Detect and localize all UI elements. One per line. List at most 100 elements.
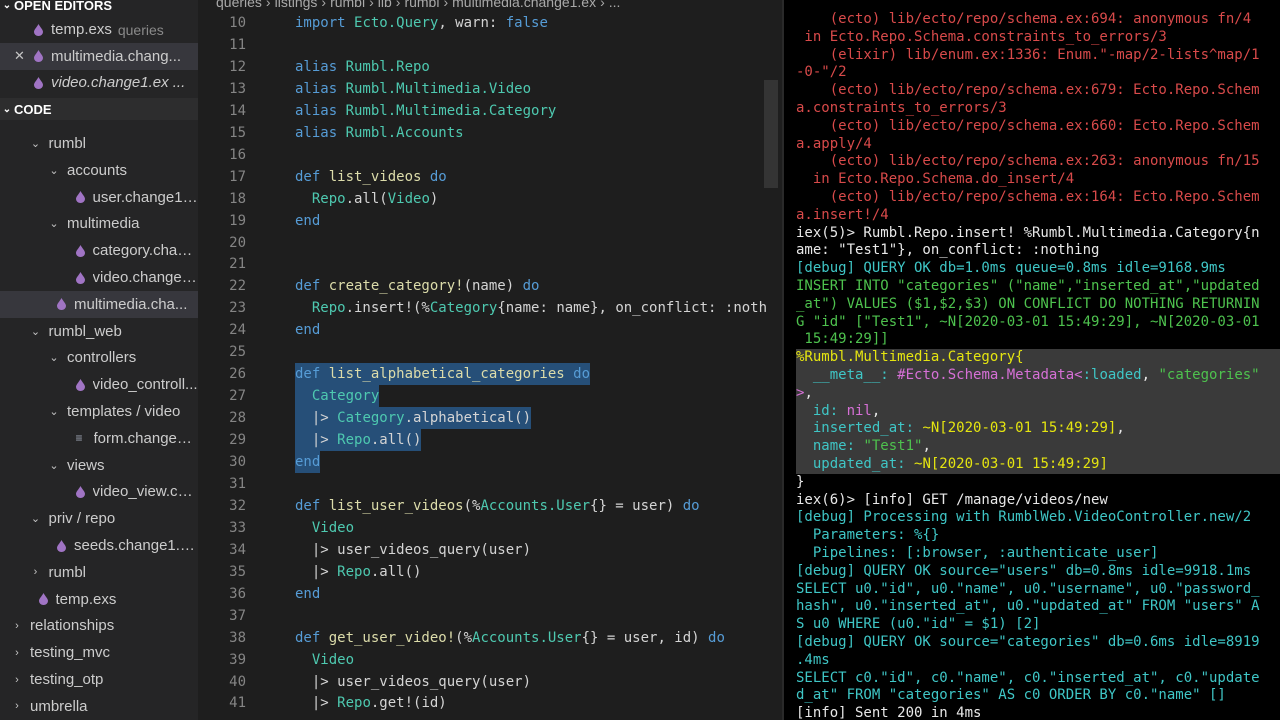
breadcrumb-segment[interactable]: rumbl: [404, 0, 439, 10]
file-item[interactable]: user.change1.ex: [0, 184, 198, 211]
terminal-panel[interactable]: (ecto) lib/ecto/repo/schema.ex:694: anon…: [782, 0, 1280, 720]
chevron-down-icon[interactable]: ⌄: [29, 512, 43, 525]
folder-item[interactable]: ⌄ templates / video: [0, 398, 198, 425]
file-item[interactable]: video_view.cha...: [0, 478, 198, 505]
chevron-down-icon[interactable]: ⌄: [47, 405, 61, 418]
terminal-line: hash", u0."inserted_at", u0."updated_at"…: [796, 598, 1260, 616]
file-item[interactable]: seeds.change1.exs: [0, 532, 198, 559]
code-line[interactable]: alias Rumbl.Accounts: [295, 122, 464, 144]
code-line[interactable]: import Ecto.Query, warn: false: [295, 12, 548, 34]
folder-item[interactable]: ⌄ controllers: [0, 344, 198, 371]
folder-item[interactable]: › umbrella: [0, 693, 198, 720]
folder-label: controllers: [67, 349, 137, 367]
folder-item[interactable]: ⌄ views: [0, 452, 198, 479]
code-token: get_user_video!: [328, 629, 456, 646]
chevron-down-icon[interactable]: ⌄: [29, 325, 43, 338]
folder-item[interactable]: ⌄ multimedia: [0, 210, 198, 237]
terminal-line: %Rumbl.Multimedia.Category{: [796, 349, 1280, 367]
chevron-right-icon[interactable]: ›: [10, 647, 24, 659]
terminal-line: ame: "Test1"}, on_conflict: :nothing: [796, 242, 1099, 260]
file-item[interactable]: video.change1...: [0, 264, 198, 291]
line-number: 21: [229, 256, 246, 273]
terminal-token: #Ecto.Schema.Metadata<: [897, 367, 1083, 383]
terminal-token: 15:49:29]]: [796, 331, 889, 348]
code-line[interactable]: Repo.all(Video): [295, 188, 438, 210]
code-line[interactable]: alias Rumbl.Multimedia.Category: [295, 100, 556, 122]
open-editor-item[interactable]: video.change1.ex ...: [0, 69, 198, 96]
code-token: (%: [463, 497, 481, 514]
code-line[interactable]: def list_alphabetical_categories do: [295, 363, 591, 386]
line-number: 13: [229, 80, 246, 97]
folder-item[interactable]: › rumbl: [0, 559, 198, 586]
code-line[interactable]: Category: [295, 385, 380, 408]
chevron-down-icon[interactable]: ⌄: [29, 137, 43, 150]
breadcrumb-segment[interactable]: ...: [609, 0, 621, 10]
line-number: 27: [229, 388, 246, 405]
code-line[interactable]: def get_user_video!(%Accounts.User{} = u…: [295, 627, 725, 649]
chevron-right-icon[interactable]: ›: [10, 700, 24, 712]
code-line[interactable]: Repo.insert!(%Category{name: name}, on_c…: [295, 297, 767, 319]
code-line[interactable]: Video: [295, 517, 354, 539]
code-line[interactable]: def list_videos do: [295, 166, 447, 188]
folder-item[interactable]: ⌄ priv / repo: [0, 505, 198, 532]
terminal-token: :loaded: [1082, 367, 1142, 383]
file-item[interactable]: video_controll...: [0, 371, 198, 398]
code-token: def: [295, 366, 329, 383]
code-line[interactable]: end: [295, 583, 320, 605]
open-editor-item[interactable]: temp.exs queries: [0, 16, 198, 43]
file-item[interactable]: multimedia.cha...: [0, 290, 198, 318]
code-line[interactable]: alias Rumbl.Repo: [295, 56, 430, 78]
breadcrumb-segment[interactable]: lib: [378, 0, 392, 10]
folder-item[interactable]: › relationships: [0, 612, 198, 639]
chevron-down-icon[interactable]: ⌄: [47, 351, 61, 364]
chevron-down-icon[interactable]: ⌄: [47, 459, 61, 472]
code-line[interactable]: |> user_videos_query(user): [295, 539, 531, 561]
code-line[interactable]: |> Repo.all(): [295, 561, 422, 583]
open-editor-label: multimedia.chang...: [51, 47, 182, 65]
code-token: do: [573, 366, 591, 383]
breadcrumb-segment[interactable]: multimedia.change1.ex: [452, 0, 596, 10]
code-line[interactable]: Video: [295, 649, 354, 671]
code-folder-header[interactable]: ⌄ CODE: [0, 98, 198, 120]
terminal-line: S u0 WHERE (u0."id" = $1) [2]: [796, 616, 1040, 634]
file-item[interactable]: ≡ form.change1....: [0, 425, 199, 452]
close-icon[interactable]: ✕: [14, 48, 28, 64]
folder-item[interactable]: › testing_otp: [0, 666, 198, 693]
open-editor-item[interactable]: ✕ multimedia.chang...: [0, 42, 198, 70]
open-editors-title: OPEN EDITORS: [14, 0, 113, 13]
breadcrumb-segment[interactable]: rumbl: [330, 0, 365, 10]
chevron-right-icon[interactable]: ›: [10, 620, 24, 632]
code-line[interactable]: end: [295, 451, 321, 473]
terminal-line: a.constraints_to_errors/3: [796, 100, 1007, 118]
code-line[interactable]: |> Repo.get!(id): [295, 692, 447, 714]
code-line[interactable]: def create_category!(name) do: [295, 275, 539, 297]
breadcrumb-segment[interactable]: queries: [216, 0, 262, 10]
code-line[interactable]: end: [295, 210, 320, 232]
line-number: 28: [229, 410, 246, 427]
folder-item[interactable]: ⌄ rumbl_web: [0, 318, 198, 345]
chevron-right-icon[interactable]: ›: [29, 566, 43, 578]
file-item[interactable]: category.chan...: [0, 237, 198, 264]
code-token: Rumbl.Multimedia.Video: [345, 80, 532, 97]
folder-item[interactable]: ⌄ accounts: [0, 157, 198, 184]
chevron-right-icon[interactable]: ›: [10, 674, 24, 686]
code-editor[interactable]: queries › listings › rumbl › lib › rumbl › multime…: [198, 0, 782, 720]
code-line[interactable]: def list_user_videos(%Accounts.User{} = …: [295, 495, 700, 517]
open-editors-header[interactable]: ⌄ OPEN EDITORS: [0, 0, 198, 16]
code-line[interactable]: |> Repo.all(): [295, 429, 422, 452]
code-line[interactable]: alias Rumbl.Multimedia.Video: [295, 78, 531, 100]
elixir-file-icon: [75, 485, 85, 498]
folder-item[interactable]: ⌄ rumbl: [0, 130, 198, 157]
editor-scrollbar[interactable]: [764, 80, 778, 188]
breadcrumb-segment[interactable]: listings: [275, 0, 318, 10]
folder-label: multimedia: [67, 215, 140, 233]
code-line[interactable]: end: [295, 319, 320, 341]
file-item[interactable]: temp.exs: [0, 586, 198, 613]
code-line[interactable]: |> user_videos_query(user): [295, 671, 531, 693]
chevron-down-icon[interactable]: ⌄: [47, 217, 61, 230]
code-line[interactable]: |> Category.alphabetical(): [295, 407, 532, 430]
chevron-down-icon[interactable]: ⌄: [47, 164, 61, 177]
folder-item[interactable]: › testing_mvc: [0, 639, 198, 666]
elixir-file-icon: [75, 191, 85, 204]
code-token: (name): [463, 278, 523, 295]
